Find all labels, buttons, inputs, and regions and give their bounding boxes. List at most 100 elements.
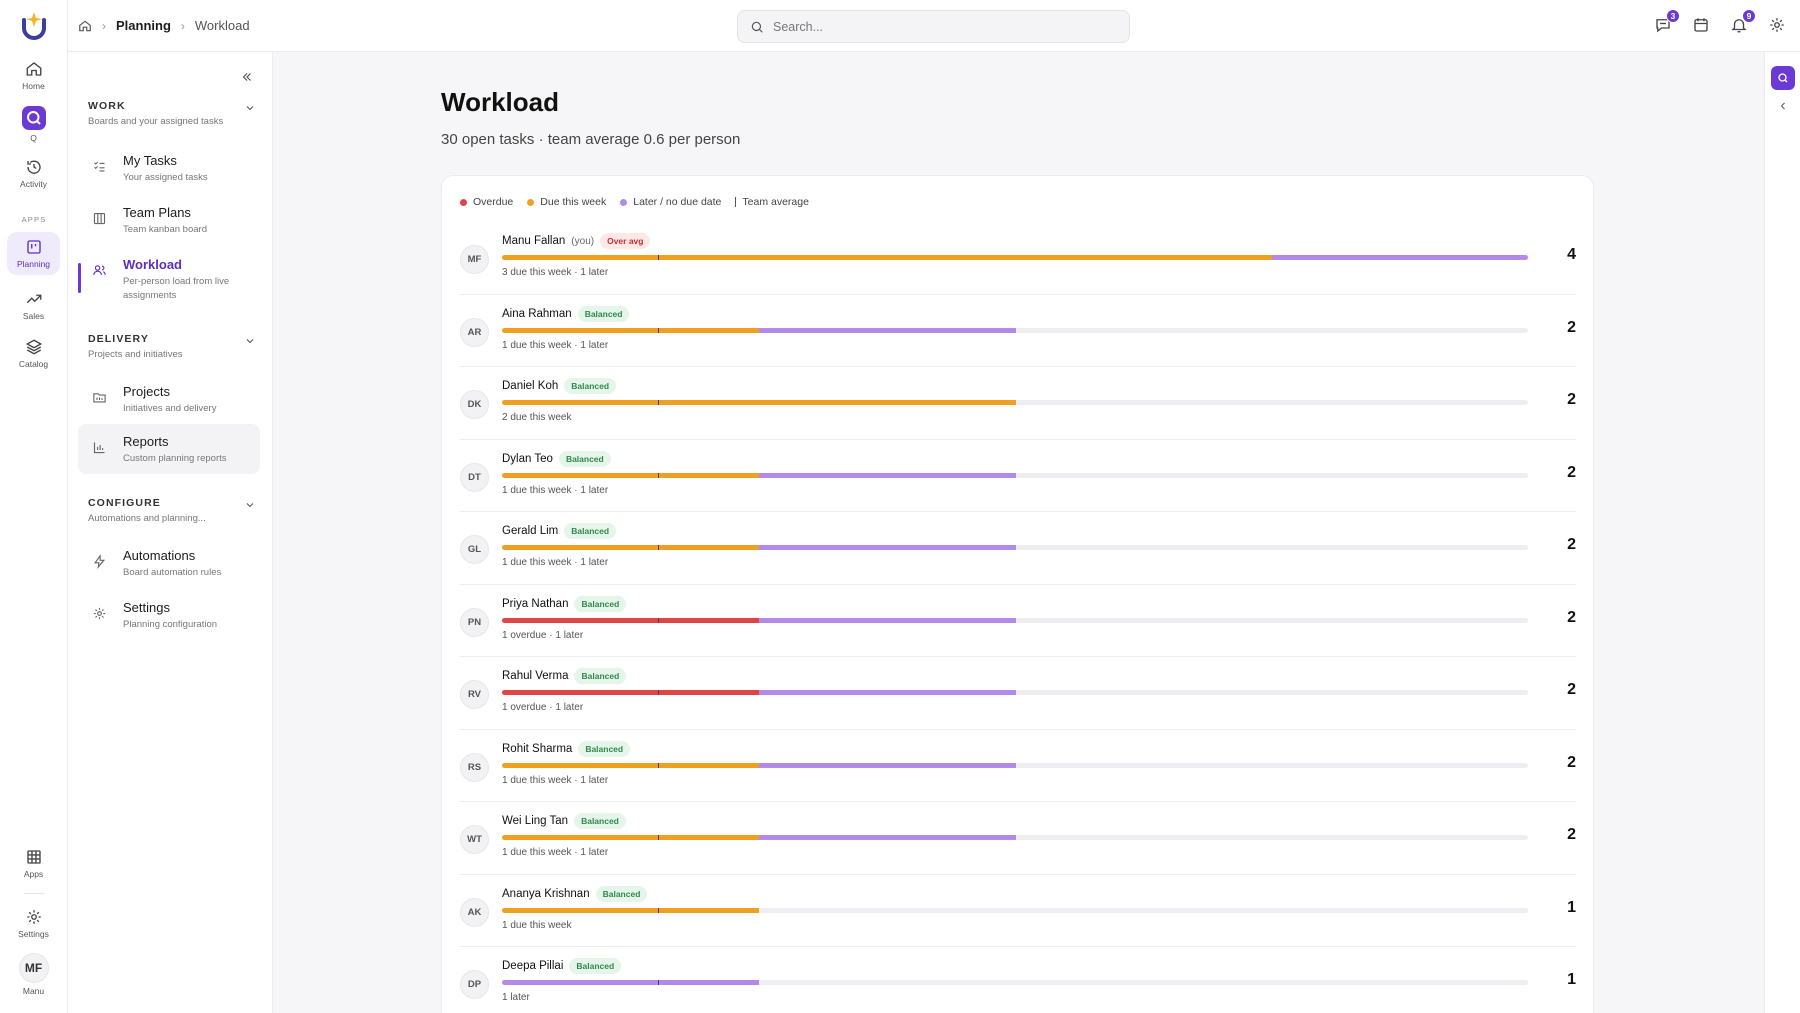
sidebar-item-workload[interactable]: Workload Per-person load from live assign… [78, 247, 260, 309]
breadcrumb-planning[interactable]: Planning [116, 18, 171, 33]
workload-row[interactable]: DK Daniel Koh Balanced 2 due this week 2 [460, 367, 1576, 440]
rail-home[interactable]: Home [7, 60, 60, 91]
header-actions: 3 9 [1654, 9, 1786, 34]
person-name-line: Priya Nathan Balanced [502, 595, 627, 612]
workload-row[interactable]: GL Gerald Lim Balanced 1 due this week · 1 … [460, 512, 1576, 585]
gear-icon [26, 910, 41, 924]
person-name[interactable]: Rohit Sharma [502, 743, 572, 755]
legend-label: Team average [742, 196, 809, 208]
breadcrumb: › Planning › Workload [78, 18, 250, 33]
search-icon [1778, 73, 1788, 83]
rail-settings[interactable]: Settings [7, 908, 60, 939]
section-configure[interactable]: CONFIGURE Automations and planning... [88, 497, 256, 524]
workload-legend: Overdue Due this week Later / no due dat… [460, 196, 809, 208]
sidebar-item-team-plans[interactable]: Team Plans Team kanban board [78, 195, 260, 245]
you-tag: (you) [571, 235, 595, 247]
calendar-icon [1694, 18, 1708, 32]
person-name[interactable]: Gerald Lim [502, 525, 558, 537]
workload-row[interactable]: WT Wei Ling Tan Balanced 1 due this week · … [460, 802, 1576, 875]
workload-row[interactable]: DP Deepa Pillai Balanced 1 later 1 [460, 947, 1576, 1013]
sidebar-item-automations[interactable]: Automations Board automation rules [78, 538, 260, 588]
workload-row[interactable]: DT Dylan Teo Balanced 1 due this week · 1 l… [460, 440, 1576, 512]
sidebar-item-reports[interactable]: Reports Custom planning reports [78, 424, 260, 474]
rail-apps-label: Apps [23, 869, 44, 879]
workload-card: Overdue Due this week Later / no due dat… [441, 175, 1594, 1013]
legend-later: Later / no due date [620, 196, 721, 208]
workload-row[interactable]: AR Aina Rahman Balanced 1 due this week · 1… [460, 295, 1576, 367]
legend-team-average: Team average [735, 196, 809, 208]
status-badge: Balanced [574, 813, 626, 829]
rail-home-label: Home [22, 81, 45, 91]
workload-bar [502, 980, 1528, 985]
person-name[interactable]: Rahul Verma [502, 670, 568, 682]
sidebar-item-sub: Team kanban board [123, 224, 207, 235]
person-name[interactable]: Deepa Pillai [502, 960, 563, 972]
rail-activity[interactable]: Activity [7, 158, 60, 189]
app-rail: Home Q Activity APPS Planning Sales Cata… [0, 0, 68, 1013]
assistant-button[interactable] [1771, 66, 1795, 90]
task-count: 1 [1567, 898, 1576, 916]
person-name[interactable]: Priya Nathan [502, 598, 568, 610]
rail-apps[interactable]: Apps [7, 848, 60, 879]
bar-segment-later [759, 617, 1016, 623]
workload-row[interactable]: AK Ananya Krishnan Balanced 1 due this week… [460, 875, 1576, 947]
notifications-button[interactable]: 9 [1730, 9, 1756, 34]
status-badge: Balanced [564, 378, 617, 394]
rail-settings-label: Settings [18, 929, 49, 939]
search-input[interactable]: Search... [737, 10, 1130, 43]
home-icon[interactable] [78, 19, 92, 33]
task-count: 2 [1567, 608, 1576, 626]
calendar-button[interactable] [1692, 16, 1710, 34]
chevron-left-icon[interactable] [1777, 100, 1789, 112]
rail-sales[interactable]: Sales [7, 290, 60, 321]
rail-activity-label: Activity [20, 179, 47, 189]
bar-segment-later [759, 545, 1016, 550]
avatar: MF [460, 245, 489, 274]
rail-catalog[interactable]: Catalog [7, 338, 60, 369]
section-work[interactable]: WORK Boards and your assigned tasks [88, 100, 256, 127]
task-count: 4 [1567, 246, 1576, 263]
grid-icon [26, 850, 41, 864]
workload-row[interactable]: RV Rahul Verma Balanced 1 overdue · 1 later… [460, 657, 1576, 730]
person-name-line: Daniel Koh Balanced [502, 378, 617, 394]
person-name-line: Manu Fallan (you) Over avg [502, 233, 651, 249]
person-name[interactable]: Daniel Koh [502, 380, 558, 392]
workload-row[interactable]: RS Rohit Sharma Balanced 1 due this week · … [460, 730, 1576, 802]
bar-segment-overdue [502, 690, 759, 695]
rail-user[interactable]: MF Manu [7, 953, 60, 996]
messages-button[interactable]: 3 [1654, 9, 1680, 34]
avatar: PN [460, 607, 489, 637]
workload-row[interactable]: PN Priya Nathan Balanced 1 overdue · 1 late… [460, 585, 1576, 657]
person-name[interactable]: Manu Fallan [502, 235, 565, 247]
sidebar-item-settings[interactable]: Settings Planning configuration [78, 590, 260, 640]
bar-segment-due-week [502, 472, 759, 478]
workload-detail: 2 due this week [502, 412, 572, 423]
sidebar-item-sub: Per-person load from live assignments [123, 276, 230, 301]
person-name[interactable]: Ananya Krishnan [502, 888, 590, 900]
rail-catalog-label: Catalog [18, 359, 49, 369]
workload-bar [502, 835, 1528, 840]
person-name[interactable]: Aina Rahman [502, 308, 572, 320]
section-delivery[interactable]: DELIVERY Projects and initiatives [88, 333, 256, 360]
team-average-marker [658, 255, 659, 260]
workload-row[interactable]: MF Manu Fallan (you) Over avg 3 due this wee… [460, 222, 1576, 295]
settings-button[interactable] [1768, 16, 1786, 34]
team-average-marker [658, 400, 659, 405]
rail-planning[interactable]: Planning [7, 232, 60, 275]
status-badge: Balanced [569, 958, 622, 974]
sidebar-item-projects[interactable]: Projects Initiatives and delivery [78, 374, 260, 424]
sidebar-item-label: Automations [123, 548, 196, 563]
collapse-sidebar-icon[interactable] [240, 70, 254, 84]
person-name[interactable]: Dylan Teo [502, 453, 553, 465]
app-logo-icon[interactable] [18, 10, 50, 42]
person-name[interactable]: Wei Ling Tan [502, 815, 568, 827]
sidebar-item-label: Reports [123, 434, 169, 449]
team-average-marker [658, 835, 659, 840]
workload-detail: 1 later [502, 992, 530, 1003]
rail-q[interactable]: Q [7, 106, 60, 143]
avatar: MF [18, 953, 49, 983]
workload-detail: 1 due this week · 1 later [502, 847, 609, 858]
legend-overdue: Overdue [460, 196, 513, 208]
users-icon [93, 265, 106, 275]
sidebar-item-my-tasks[interactable]: My Tasks Your assigned tasks [78, 143, 260, 193]
